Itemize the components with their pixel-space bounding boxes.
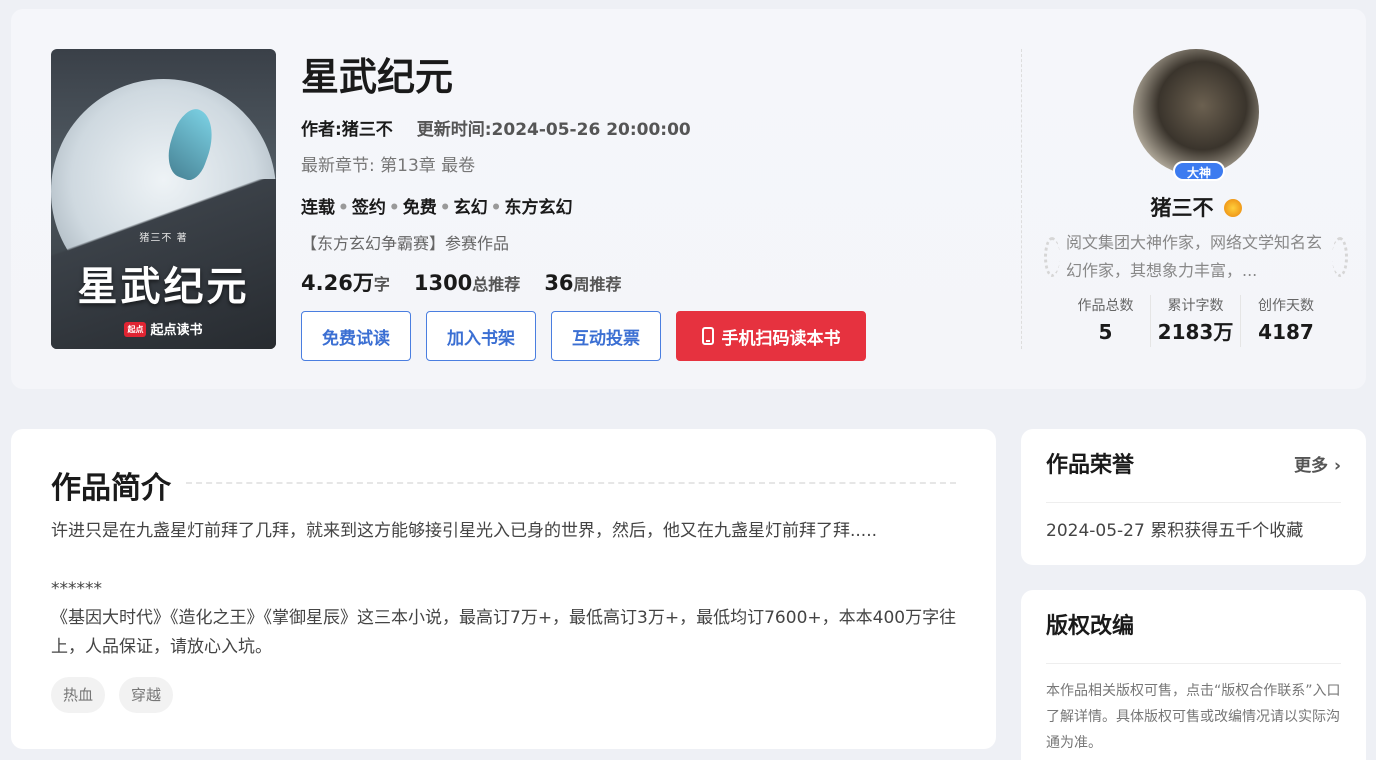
intro-tag-chip[interactable]: 热血	[51, 677, 106, 713]
tag-separator: •	[490, 198, 502, 218]
contest-link[interactable]: 【东方玄幻争霸赛】参赛作品	[301, 231, 1001, 257]
honor-more-link[interactable]: 更多 ›	[1294, 451, 1341, 481]
author-description: 阅文集团大神作家，网络文学知名玄幻作家，其想象力丰富，...	[1044, 229, 1348, 285]
author-panel: 大神 猪三不 阅文集团大神作家，网络文学知名玄幻作家，其想象力丰富，... 作品…	[1041, 49, 1351, 347]
phone-icon	[701, 327, 714, 345]
tag-genre[interactable]: 玄幻	[454, 198, 488, 218]
author-badge: 大神	[1173, 161, 1225, 181]
author-stat-value: 5	[1098, 320, 1113, 344]
intro-paragraph	[51, 546, 961, 575]
book-tags: 连载 • 签约 • 免费 • 玄幻 • 东方玄幻	[301, 195, 1001, 221]
intro-paragraph: 许进只是在九盏星灯前拜了几拜，就来到这方能够接引星光入已身的世界，然后，他又在九…	[51, 521, 878, 541]
book-cover[interactable]: 猪三不 著 星武纪元 起点 起点读书	[51, 49, 276, 349]
total-rec-value: 1300	[413, 271, 473, 295]
book-meta: 作者:猪三不 更新时间:2024-05-26 20:00:00	[301, 117, 1001, 143]
copyright-divider	[1046, 663, 1341, 664]
book-stats: 4.26万字 1300总推荐 36周推荐	[301, 267, 1001, 299]
honor-divider	[1046, 502, 1341, 503]
action-buttons: 免费试读 加入书架 互动投票 手机扫码读本书	[301, 311, 1001, 361]
copyright-card: 版权改编 本作品相关版权可售，点击“版权合作联系”入口了解详情。具体版权可售或改…	[1021, 590, 1366, 760]
cover-author-text: 猪三不 著	[139, 233, 188, 244]
tag-subgenre[interactable]: 东方玄幻	[505, 198, 573, 218]
free-read-button[interactable]: 免费试读	[301, 311, 411, 361]
tag-separator: •	[338, 198, 349, 218]
author-link[interactable]: 作者:猪三不	[301, 120, 393, 140]
tag-free: 免费	[402, 198, 437, 218]
laurel-right-icon	[1332, 237, 1348, 277]
honor-card: 作品荣誉 更多 › 2024-05-27 累积获得五千个收藏	[1021, 429, 1366, 565]
author-name-text: 猪三不	[1150, 196, 1214, 220]
mobile-read-label: 手机扫码读本书	[721, 328, 841, 349]
honor-title: 作品荣誉	[1046, 453, 1135, 478]
book-header-card: 猪三不 著 星武纪元 起点 起点读书 星武纪元 作者:猪三不 更新时间:2024-…	[11, 9, 1366, 389]
intro-title-line	[186, 482, 956, 484]
intro-tags: 热血 穿越	[51, 677, 187, 713]
tag-separator: •	[388, 198, 400, 218]
author-description-text: 阅文集团大神作家，网络文学知名玄幻作家，其想象力丰富，...	[1066, 233, 1323, 280]
vote-button[interactable]: 互动投票	[551, 311, 661, 361]
author-stat-days: 创作天数 4187	[1241, 295, 1331, 347]
tag-serial: 连载	[301, 198, 335, 218]
author-stat-works: 作品总数 5	[1061, 295, 1151, 347]
author-stats: 作品总数 5 累计字数 2183万 创作天数 4187	[1041, 295, 1351, 347]
intro-title: 作品简介	[51, 471, 171, 506]
author-stat-value: 2183万	[1157, 320, 1234, 344]
tag-separator: •	[439, 198, 451, 218]
honor-item: 2024-05-27 累积获得五千个收藏	[1046, 521, 1304, 541]
author-stat-label: 创作天数	[1258, 298, 1314, 314]
cover-brand-text: 起点读书	[150, 323, 203, 338]
cover-brand: 起点 起点读书	[51, 319, 276, 338]
intro-tag-chip[interactable]: 穿越	[119, 677, 174, 713]
cover-title-text: 星武纪元	[77, 264, 250, 310]
author-stat-label: 作品总数	[1077, 298, 1134, 314]
qidian-logo-icon: 起点	[124, 322, 147, 337]
week-rec-unit: 周推荐	[573, 275, 622, 294]
mobile-read-button[interactable]: 手机扫码读本书	[676, 311, 866, 361]
word-count-unit: 字	[373, 275, 390, 294]
laurel-left-icon	[1044, 237, 1060, 277]
copyright-text: 本作品相关版权可售，点击“版权合作联系”入口了解详情。具体版权可售或改编情况请以…	[1046, 683, 1341, 751]
intro-paragraph: 《基因大时代》《造化之王》《掌御星辰》这三本小说，最高订7万+，最低高订3万+，…	[51, 608, 957, 657]
book-title: 星武纪元	[301, 55, 454, 99]
author-name[interactable]: 猪三不	[1041, 193, 1351, 223]
author-stat-label: 累计字数	[1167, 298, 1224, 314]
word-count-value: 4.26万	[301, 271, 374, 295]
copyright-title: 版权改编	[1046, 614, 1135, 639]
total-rec-unit: 总推荐	[472, 275, 521, 294]
book-info: 星武纪元 作者:猪三不 更新时间:2024-05-26 20:00:00 最新章…	[301, 49, 1001, 361]
intro-paragraph: ******	[51, 579, 102, 599]
author-avatar[interactable]: 大神	[1133, 49, 1259, 181]
medal-icon	[1223, 199, 1242, 217]
updated-time: 更新时间:2024-05-26 20:00:00	[416, 120, 691, 140]
add-shelf-button[interactable]: 加入书架	[426, 311, 536, 361]
intro-card: 作品简介 许进只是在九盏星灯前拜了几拜，就来到这方能够接引星光入已身的世界，然后…	[11, 429, 996, 749]
vertical-divider	[1021, 49, 1022, 349]
week-rec-value: 36	[544, 271, 574, 295]
chevron-right-icon: ›	[1328, 456, 1341, 476]
author-stat-words: 累计字数 2183万	[1151, 295, 1241, 347]
honor-more-text: 更多	[1294, 456, 1329, 476]
latest-chapter-link[interactable]: 最新章节: 第13章 最卷	[301, 153, 1001, 179]
intro-text: 许进只是在九盏星灯前拜了几拜，就来到这方能够接引星光入已身的世界，然后，他又在九…	[51, 517, 961, 662]
author-stat-value: 4187	[1258, 320, 1314, 344]
tag-signed: 签约	[351, 198, 386, 218]
